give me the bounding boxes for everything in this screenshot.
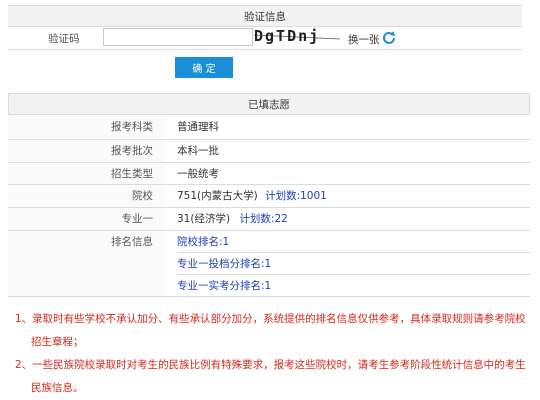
note-line: 1、录取时有些学校不承认加分、有些承认部分加分，系统提供的排名信息仅供参考，具体… (15, 313, 526, 325)
row-value: 一般统考 (177, 168, 219, 180)
row-value: 普通理科 (177, 121, 219, 133)
note-line: 民族信息。 (31, 382, 84, 394)
confirm-button[interactable]: 确 定 (175, 57, 233, 78)
filled-row-school: 院校 751(内蒙古大学) 计划数:1001 (8, 185, 530, 208)
captcha-text: DgTDnj (254, 27, 321, 45)
ranking-values: 院校排名:1 专业一投档分排名:1 专业一实考分排名:1 (177, 231, 530, 296)
row-label: 招生类型 (8, 163, 165, 184)
major-name: 31(经济学) (177, 213, 231, 225)
refresh-icon[interactable] (381, 30, 397, 46)
notes: 1、录取时有些学校不承认加分、有些承认部分加分，系统提供的排名信息仅供参考，具体… (15, 308, 535, 400)
major-plan-count: 计划数:22 (239, 213, 288, 225)
filled-row: 报考科类 普通理科 (8, 115, 530, 140)
ranking-block: 排名信息 院校排名:1 专业一投档分排名:1 专业一实考分排名:1 (8, 231, 530, 297)
captcha-image: DgTDnj (252, 27, 342, 47)
filled-row: 报考批次 本科一批 (8, 140, 530, 163)
ranking-label: 排名信息 (8, 231, 165, 296)
school-name: 751(内蒙古大学) (177, 190, 258, 202)
ranking-item-major-score: 专业一投档分排名:1 (177, 253, 530, 275)
row-value: 本科一批 (177, 145, 219, 157)
ranking-item-school: 院校排名:1 (177, 231, 530, 253)
row-label: 专业一 (8, 208, 165, 230)
ranking-item-major-actual: 专业一实考分排名:1 (177, 280, 272, 292)
filled-row-major: 专业一 31(经济学) 计划数:22 (8, 208, 530, 231)
captcha-label: 验证码 (48, 33, 80, 45)
filled-header: 已填志愿 (8, 93, 530, 115)
note-line: 2、一些民族院校录取时对考生的民族比例有特殊要求，报考这些院校时，请考生参考阶段… (15, 359, 526, 371)
row-value: 751(内蒙古大学) 计划数:1001 (177, 185, 530, 207)
row-label: 院校 (8, 185, 165, 207)
note-line: 招生章程； (31, 336, 84, 348)
school-plan-count: 计划数:1001 (265, 190, 327, 202)
row-label: 报考科类 (8, 115, 165, 139)
captcha-input[interactable] (103, 28, 253, 46)
filled-row: 招生类型 一般统考 (8, 163, 530, 185)
row-label: 报考批次 (8, 140, 165, 162)
row-value: 31(经济学) 计划数:22 (177, 208, 530, 230)
captcha-header: 验证信息 (8, 5, 522, 27)
refresh-captcha-link[interactable]: 换一张 (348, 32, 380, 47)
